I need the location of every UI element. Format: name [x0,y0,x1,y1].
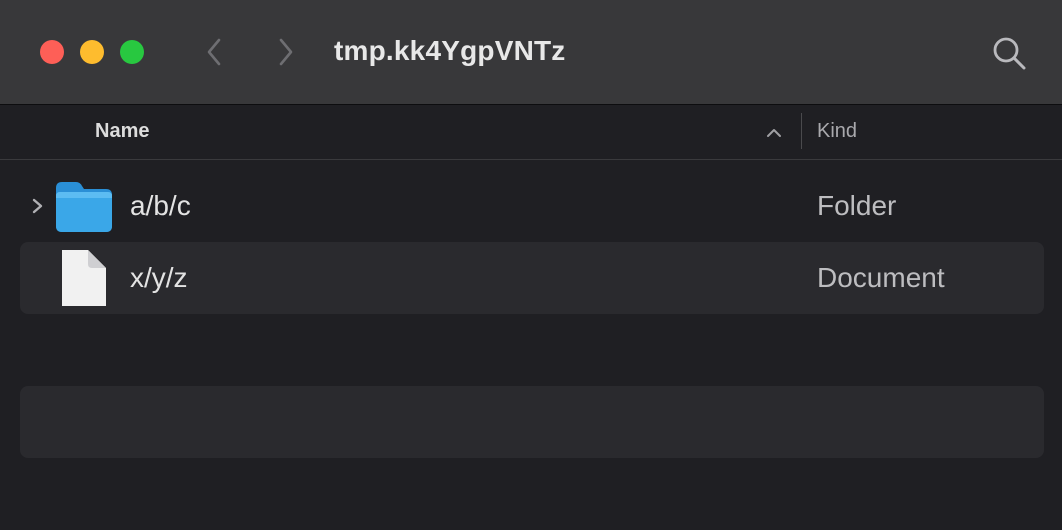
search-button[interactable] [990,34,1028,72]
folder-icon [56,182,112,232]
column-kind-header[interactable]: Kind [817,120,857,143]
zoom-window-button[interactable] [120,40,144,64]
disclosure-chevron-icon[interactable] [28,194,48,218]
search-icon [993,37,1026,70]
chevron-left-icon [207,38,221,66]
column-header: Name Kind [0,105,1062,160]
document-icon [62,250,106,306]
back-button[interactable] [196,34,232,70]
forward-button[interactable] [268,34,304,70]
close-window-button[interactable] [40,40,64,64]
title-bar: tmp.kk4YgpVNTz [0,0,1062,105]
column-name-header[interactable]: Name [95,120,149,143]
minimize-window-button[interactable] [80,40,104,64]
finder-window: tmp.kk4YgpVNTz Name Kind a/b/c Folder x/… [0,0,1062,530]
empty-row-stripe [20,386,1044,458]
window-title: tmp.kk4YgpVNTz [334,35,566,66]
list-item[interactable]: x/y/z Document [20,242,1044,314]
file-kind: Folder [817,190,897,221]
chevron-right-icon [279,38,293,66]
file-kind: Document [817,262,945,293]
file-name: x/y/z [130,262,188,293]
list-item[interactable]: a/b/c Folder [20,170,1044,242]
column-divider[interactable] [801,113,802,149]
file-name: a/b/c [130,190,191,221]
sort-ascending-icon[interactable] [764,123,784,143]
